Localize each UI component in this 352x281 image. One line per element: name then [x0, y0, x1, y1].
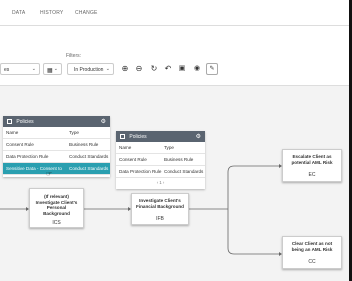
- panel-title: Policies: [16, 119, 34, 125]
- task-title: Clear Client as not being an AML Risk: [291, 241, 333, 252]
- pagination[interactable]: ‹ 1 ›: [116, 178, 205, 188]
- cell-type: Business Rule: [164, 157, 194, 162]
- column-header-type: Type: [164, 145, 174, 150]
- table-header: Name Type: [3, 127, 110, 139]
- document-icon: [120, 134, 125, 139]
- table-header: Name Type: [116, 142, 205, 154]
- table-row[interactable]: Data Protection Rule Conduct Standards: [116, 166, 205, 178]
- table-row[interactable]: Data Protection Rule Conduct Standards: [3, 151, 110, 163]
- task-code: ICS: [52, 220, 61, 226]
- cell-name: Data Protection Rule: [6, 154, 49, 159]
- gear-icon[interactable]: ⚙: [196, 133, 201, 140]
- cell-name: Consent Rule: [119, 157, 147, 162]
- task-code: IFB: [156, 216, 164, 222]
- task-title: (If relevant) Investigate Client's Perso…: [35, 194, 78, 216]
- table-row-selected[interactable]: Sensitive Data - Consent to Conduct Stan…: [3, 163, 110, 175]
- gear-icon[interactable]: ⚙: [101, 118, 106, 125]
- task-code: CC: [308, 259, 316, 265]
- task-title: Investigate Client's Financial Backgroun…: [136, 198, 184, 209]
- document-icon: [7, 119, 12, 124]
- panel-header: Policies ⚙: [116, 131, 205, 142]
- cell-type: Conduct Standards: [69, 166, 109, 171]
- column-header-type: Type: [69, 130, 79, 135]
- column-header-name: Name: [6, 130, 19, 135]
- task-node-ics[interactable]: (If relevant) Investigate Client's Perso…: [29, 188, 84, 228]
- edge-to-cc: [227, 209, 279, 255]
- panel-title: Policies: [129, 134, 147, 140]
- pointer-cursor-icon: ☞: [46, 171, 53, 178]
- task-node-cc[interactable]: Clear Client as not being an AML Risk CC: [282, 236, 342, 269]
- cell-name: Data Protection Rule: [119, 169, 162, 174]
- task-title: Escalate Client as potential AML Risk: [291, 154, 333, 165]
- edge-to-ec: [227, 165, 279, 209]
- policies-panel-right: Policies ⚙ Name Type Consent Rule Busine…: [116, 131, 205, 189]
- table-row[interactable]: Consent Rule Business Rule: [3, 139, 110, 151]
- cell-name: Consent Rule: [6, 142, 34, 147]
- policies-panel-left: Policies ⚙ Name Type Consent Rule Busine…: [3, 116, 110, 177]
- task-code: EC: [308, 172, 316, 178]
- task-node-ifb[interactable]: Investigate Client's Financial Backgroun…: [131, 193, 189, 225]
- table-row[interactable]: Consent Rule Business Rule: [116, 154, 205, 166]
- column-header-name: Name: [119, 145, 132, 150]
- cell-name: Sensitive Data - Consent to: [6, 166, 62, 171]
- cell-type: Business Rule: [69, 142, 99, 147]
- cell-type: Conduct Standards: [69, 154, 109, 159]
- cell-type: Conduct Standards: [164, 169, 204, 174]
- task-node-ec[interactable]: Escalate Client as potential AML Risk EC: [282, 149, 342, 182]
- panel-header: Policies ⚙: [3, 116, 110, 127]
